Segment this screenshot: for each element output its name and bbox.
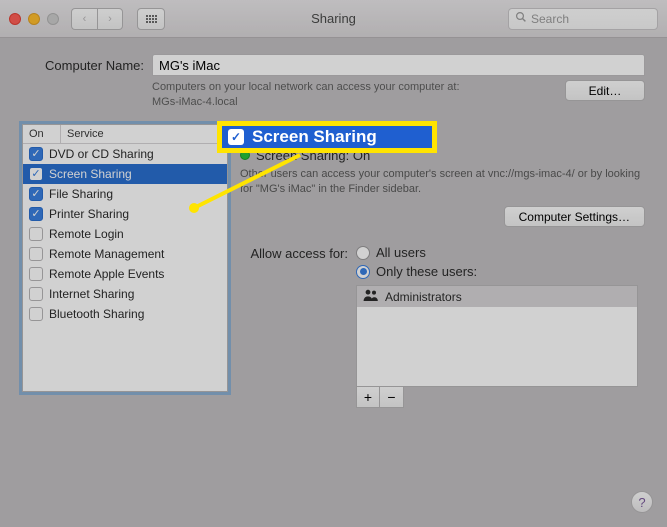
service-row[interactable]: Remote Apple Events	[23, 264, 227, 284]
search-field[interactable]: Search	[508, 8, 658, 30]
service-row[interactable]: ✓ Printer Sharing	[23, 204, 227, 224]
grid-icon	[146, 15, 157, 23]
service-row[interactable]: ✓ DVD or CD Sharing	[23, 144, 227, 164]
service-row[interactable]: ✓ Screen Sharing	[23, 164, 227, 184]
minimize-icon[interactable]	[28, 13, 40, 25]
users-list[interactable]: Administrators	[356, 285, 638, 387]
window-controls	[9, 13, 59, 25]
service-row[interactable]: Bluetooth Sharing	[23, 304, 227, 324]
computer-name-label: Computer Name:	[22, 58, 144, 73]
service-row[interactable]: Remote Management	[23, 244, 227, 264]
computer-name-input[interactable]	[152, 54, 645, 76]
detail-panel: Screen Sharing: On Other users can acces…	[240, 124, 645, 409]
nav-back-forward: ‹ ›	[71, 8, 123, 30]
service-label: File Sharing	[49, 187, 113, 201]
checkbox[interactable]	[29, 267, 43, 281]
radio-icon	[356, 246, 370, 260]
header-service: Service	[61, 125, 227, 143]
zoom-icon	[47, 13, 59, 25]
service-list[interactable]: On Service ✓ DVD or CD Sharing ✓ Screen Sha…	[22, 124, 228, 392]
help-button[interactable]: ?	[631, 491, 653, 513]
callout-label: Screen Sharing	[252, 127, 377, 147]
check-icon: ✓	[228, 129, 244, 145]
service-row[interactable]: Internet Sharing	[23, 284, 227, 304]
checkbox[interactable]	[29, 227, 43, 241]
search-placeholder: Search	[531, 12, 569, 26]
edit-button[interactable]: Edit…	[565, 80, 645, 101]
user-list-controls: + −	[356, 387, 404, 408]
close-icon[interactable]	[9, 13, 21, 25]
titlebar: ‹ › Sharing Search	[0, 0, 667, 38]
radio-all-users[interactable]: All users	[356, 245, 638, 260]
service-label: Remote Management	[49, 247, 164, 261]
checkbox[interactable]: ✓	[29, 187, 43, 201]
checkbox[interactable]: ✓	[29, 207, 43, 221]
content: Computer Name: Computers on your local n…	[0, 38, 667, 426]
remove-user-button[interactable]: −	[380, 387, 403, 407]
back-button[interactable]: ‹	[71, 8, 97, 30]
status-help: Other users can access your computer's s…	[240, 167, 645, 197]
computer-name-help: Computers on your local network can acce…	[152, 80, 557, 110]
search-icon	[515, 11, 527, 26]
service-label: Internet Sharing	[49, 287, 134, 301]
checkbox[interactable]: ✓	[29, 147, 43, 161]
user-name: Administrators	[385, 290, 462, 304]
service-label: Bluetooth Sharing	[49, 307, 144, 321]
service-label: Printer Sharing	[49, 207, 129, 221]
service-row[interactable]: ✓ File Sharing	[23, 184, 227, 204]
users-icon	[363, 289, 379, 304]
access-label: Allow access for:	[240, 245, 348, 261]
checkbox[interactable]	[29, 247, 43, 261]
radio-only-these-users[interactable]: Only these users:	[356, 264, 638, 279]
callout-highlight: ✓ Screen Sharing	[217, 121, 437, 153]
show-all-button[interactable]	[137, 8, 165, 30]
header-on: On	[23, 125, 61, 143]
user-row[interactable]: Administrators	[357, 286, 637, 307]
service-label: Remote Login	[49, 227, 124, 241]
service-label: DVD or CD Sharing	[49, 147, 154, 161]
service-label: Remote Apple Events	[49, 267, 164, 281]
service-label: Screen Sharing	[49, 167, 132, 181]
radio-icon	[356, 265, 370, 279]
checkbox[interactable]	[29, 307, 43, 321]
service-list-header: On Service	[23, 125, 227, 144]
checkbox[interactable]: ✓	[29, 167, 43, 181]
forward-button[interactable]: ›	[97, 8, 123, 30]
computer-settings-button[interactable]: Computer Settings…	[504, 206, 645, 227]
add-user-button[interactable]: +	[357, 387, 380, 407]
checkbox[interactable]	[29, 287, 43, 301]
service-row[interactable]: Remote Login	[23, 224, 227, 244]
